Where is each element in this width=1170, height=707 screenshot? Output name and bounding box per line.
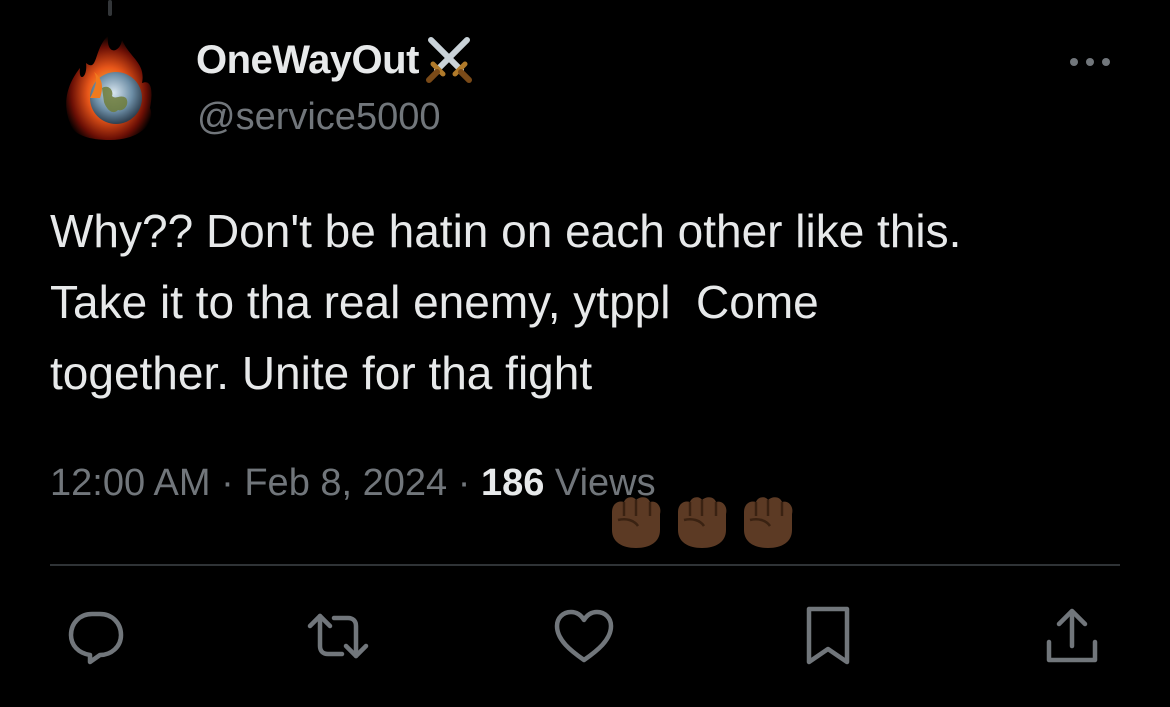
- raised-fist-dark-skin-tone-icon: [670, 348, 732, 548]
- more-options-icon[interactable]: [1066, 50, 1114, 74]
- views-label[interactable]: Views: [555, 462, 656, 505]
- author-name-row[interactable]: OneWayOut: [196, 34, 477, 86]
- raised-fist-dark-skin-tone-icon: [604, 348, 666, 548]
- tweet-text-line-3: together. Unite for tha fight: [50, 347, 593, 399]
- crossed-swords-icon: [421, 32, 477, 88]
- tweet-text-line-2: Take it to tha real enemy, ytppl Come: [50, 276, 819, 328]
- thread-connector-line: [108, 0, 112, 16]
- tweet-meta: 12:00 AM · Feb 8, 2024 · 186 Views: [50, 462, 656, 505]
- handle[interactable]: @service5000: [197, 96, 440, 139]
- like-icon: [553, 608, 615, 669]
- divider: [50, 564, 1120, 566]
- bookmark-icon: [803, 605, 853, 672]
- avatar[interactable]: [50, 28, 170, 148]
- reply-icon: [66, 606, 126, 671]
- raised-fist-dark-skin-tone-icon: [736, 348, 798, 548]
- share-icon: [1043, 606, 1101, 671]
- raised-fists: [604, 348, 798, 548]
- meta-separator: ·: [221, 462, 234, 504]
- meta-separator: ·: [457, 462, 471, 504]
- tweet-text-line-1: Why?? Don't be hatin on each other like …: [50, 205, 962, 257]
- timestamp-time[interactable]: 12:00 AM: [50, 462, 211, 505]
- retweet-icon: [306, 606, 370, 671]
- timestamp-date[interactable]: Feb 8, 2024: [244, 462, 447, 505]
- display-name[interactable]: OneWayOut: [196, 38, 419, 83]
- like-button[interactable]: [552, 606, 616, 670]
- views-count[interactable]: 186: [481, 462, 544, 505]
- reply-button[interactable]: [64, 606, 128, 670]
- retweet-button[interactable]: [306, 606, 370, 670]
- tweet-text: Why?? Don't be hatin on each other like …: [50, 196, 1130, 548]
- share-button[interactable]: [1040, 606, 1104, 670]
- bookmark-button[interactable]: [796, 606, 860, 670]
